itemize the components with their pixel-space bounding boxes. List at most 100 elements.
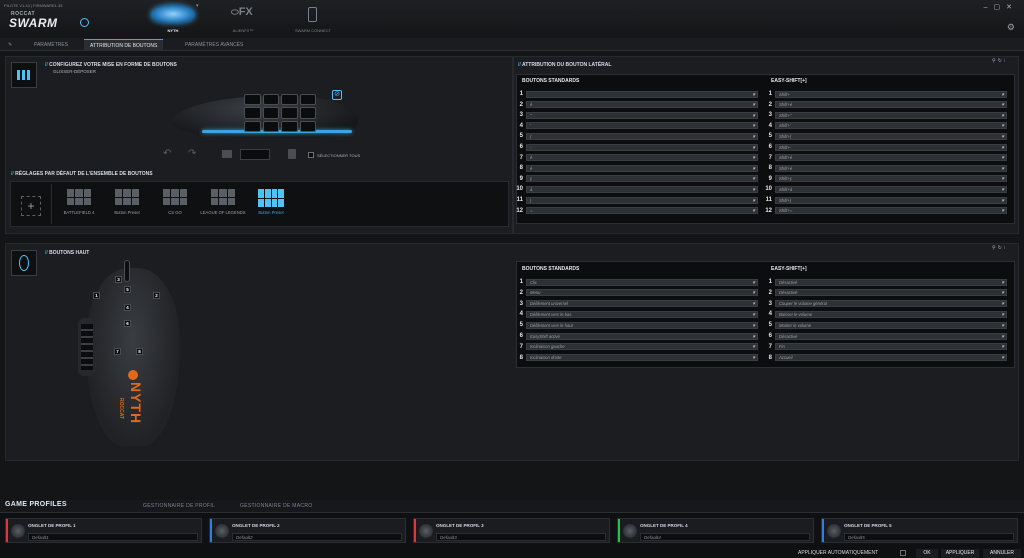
standard-dropdown[interactable]: ): [526, 196, 758, 204]
ok-button[interactable]: OK: [916, 549, 938, 558]
disable-icon[interactable]: ⊘: [332, 90, 342, 100]
profile-avatar-icon: [215, 524, 229, 538]
profile-name-input[interactable]: Default4: [640, 533, 810, 541]
row-number: 3: [519, 112, 523, 119]
preset-item[interactable]: Button Preset: [104, 186, 150, 226]
mouse-key-4: 4: [124, 304, 131, 311]
preset-item[interactable]: LEAGUE OF LEGENDS: [200, 186, 246, 226]
chevron-down-icon[interactable]: ▾: [196, 3, 199, 9]
table-row: 1 Désactivé: [765, 278, 1007, 286]
standard-dropdown[interactable]: à: [526, 185, 758, 193]
easyshift-dropdown[interactable]: Couper le volume général: [775, 300, 1007, 308]
standard-dropdown[interactable]: Clic: [526, 278, 758, 286]
easyshift-dropdown[interactable]: Shift+-: [775, 143, 1007, 151]
easyshift-dropdown[interactable]: Monter le volume: [775, 321, 1007, 329]
gear-icon[interactable]: ⚙: [1007, 22, 1015, 33]
select-all-checkbox[interactable]: [308, 152, 314, 158]
standard-dropdown[interactable]: Inclinaison droite: [526, 354, 758, 362]
row-number: 2: [519, 101, 523, 108]
easyshift-dropdown[interactable]: Shift+ç: [775, 175, 1007, 183]
folder-icon[interactable]: [222, 150, 232, 158]
cancel-button[interactable]: ANNULER: [983, 549, 1021, 558]
standard-dropdown[interactable]: Défilement universel: [526, 300, 758, 308]
config-title: // CONFIGUREZ VOTRE MISE EN FORME DE BOU…: [45, 62, 177, 68]
standard-dropdown[interactable]: è: [526, 154, 758, 162]
easyshift-dropdown[interactable]: Shift+=: [775, 207, 1007, 215]
trash-icon[interactable]: [288, 149, 296, 159]
add-preset-button[interactable]: +: [21, 196, 41, 216]
profile-name-input[interactable]: Default1: [28, 533, 198, 541]
easyshift-dropdown[interactable]: Fin: [775, 343, 1007, 351]
pin-icon[interactable]: ✎: [2, 39, 18, 51]
easyshift-dropdown[interactable]: Shift+: [775, 90, 1007, 98]
easyshift-dropdown[interactable]: Désactivé: [775, 332, 1007, 340]
easyshift-dropdown[interactable]: Shift+è: [775, 154, 1007, 162]
device-tab-swarm-connect[interactable]: SWARM CONNECT: [283, 3, 343, 35]
undo-icon[interactable]: ↶: [163, 148, 171, 159]
tab-gestionnaire-profil[interactable]: GESTIONNAIRE DE PROFIL: [143, 503, 215, 509]
apply-button[interactable]: APPLIQUER: [941, 549, 979, 558]
easyshift-dropdown[interactable]: Shift+(: [775, 132, 1007, 140]
panel-tools[interactable]: ⚲↻⁝: [992, 58, 1007, 64]
easyshift-dropdown[interactable]: Désactivé: [775, 278, 1007, 286]
standard-dropdown[interactable]: ç: [526, 175, 758, 183]
tab-parametres[interactable]: PARAMÈTRES: [28, 39, 74, 51]
redo-icon[interactable]: ↷: [188, 148, 196, 159]
row-number: 4: [768, 311, 772, 318]
standard-dropdown[interactable]: (: [526, 132, 758, 140]
standard-dropdown[interactable]: é: [526, 101, 758, 109]
tab-attribution-boutons[interactable]: ATTRIBUTION DE BOUTONS: [84, 39, 164, 51]
table-row: 6-: [516, 143, 758, 151]
row-number: 9: [519, 175, 523, 182]
row-number: 6: [519, 333, 523, 339]
standard-dropdown[interactable]: =: [526, 207, 758, 215]
easyshift-dropdown[interactable]: Shift+": [775, 111, 1007, 119]
profile-slot[interactable]: ONGLET DE PROFIL 2 Default2: [209, 518, 406, 543]
profile-name-input[interactable]: Default2: [232, 533, 402, 541]
standard-dropdown[interactable]: EasyShift activé: [526, 332, 758, 340]
device-tab-alienfx[interactable]: ⬭FX ALIENFX™: [213, 3, 273, 35]
easyshift-dropdown[interactable]: Shift+à: [775, 185, 1007, 193]
preset-label: Button Preset: [258, 210, 284, 215]
profile-name-input[interactable]: Default3: [436, 533, 606, 541]
tab-game-profiles[interactable]: GAME PROFILES: [5, 501, 67, 508]
standard-dropdown[interactable]: Menu: [526, 289, 758, 297]
standard-dropdown[interactable]: ": [526, 111, 758, 119]
easyshift-dropdown[interactable]: Désactivé: [775, 289, 1007, 297]
top-title-text: BOUTONS HAUT: [49, 250, 90, 256]
standard-dropdown[interactable]: Défilement vers le haut: [526, 321, 758, 329]
easyshift-dropdown[interactable]: Shift+): [775, 196, 1007, 204]
standard-dropdown[interactable]: ': [526, 122, 758, 130]
preset-item[interactable]: CS GO: [152, 186, 198, 226]
preset-label: LEAGUE OF LEGENDS: [200, 210, 246, 215]
auto-apply-checkbox[interactable]: [900, 550, 906, 556]
standard-dropdown[interactable]: Défilement vers le bas: [526, 310, 758, 318]
standard-dropdown[interactable]: è: [526, 164, 758, 172]
profile-slot[interactable]: ONGLET DE PROFIL 3 Default3: [413, 518, 610, 543]
preset-name-input[interactable]: [240, 149, 270, 160]
window-controls[interactable]: –▢✕: [984, 3, 1018, 11]
profile-avatar-icon: [827, 524, 841, 538]
easyshift-dropdown[interactable]: Shift+è: [775, 164, 1007, 172]
preset-item-selected[interactable]: Button Preset: [248, 186, 294, 226]
profile-slot[interactable]: ONGLET DE PROFIL 4 Default4: [617, 518, 814, 543]
easyshift-dropdown[interactable]: Accueil: [775, 354, 1007, 362]
standard-dropdown[interactable]: Inclinaison gauche: [526, 343, 758, 351]
easyshift-dropdown[interactable]: Shift+é: [775, 101, 1007, 109]
table-row: 4 Baisser le volume: [765, 310, 1007, 318]
table-row: 7 Fin: [765, 343, 1007, 351]
device-tab-nyth[interactable]: NYTH: [143, 3, 203, 35]
panel-tools[interactable]: ⚲↻⁝: [992, 245, 1007, 251]
preset-item[interactable]: BATTLEFIELD 4: [56, 186, 102, 226]
standard-dropdown[interactable]: [526, 90, 758, 98]
easyshift-dropdown[interactable]: Shift+': [775, 122, 1007, 130]
easyshift-dropdown[interactable]: Baisser le volume: [775, 310, 1007, 318]
tab-parametres-avances[interactable]: PARAMÈTRES AVANCÉS: [179, 39, 249, 51]
row-number: 6: [768, 144, 772, 150]
profile-slot[interactable]: ONGLET DE PROFIL 5 Default5: [821, 518, 1018, 543]
profile-slot[interactable]: ONGLET DE PROFIL 1 Default1: [5, 518, 202, 543]
table-row: 8è: [516, 164, 758, 172]
profile-name-input[interactable]: Default5: [844, 533, 1014, 541]
standard-dropdown[interactable]: -: [526, 143, 758, 151]
tab-gestionnaire-macro[interactable]: GESTIONNAIRE DE MACRO: [240, 503, 312, 509]
